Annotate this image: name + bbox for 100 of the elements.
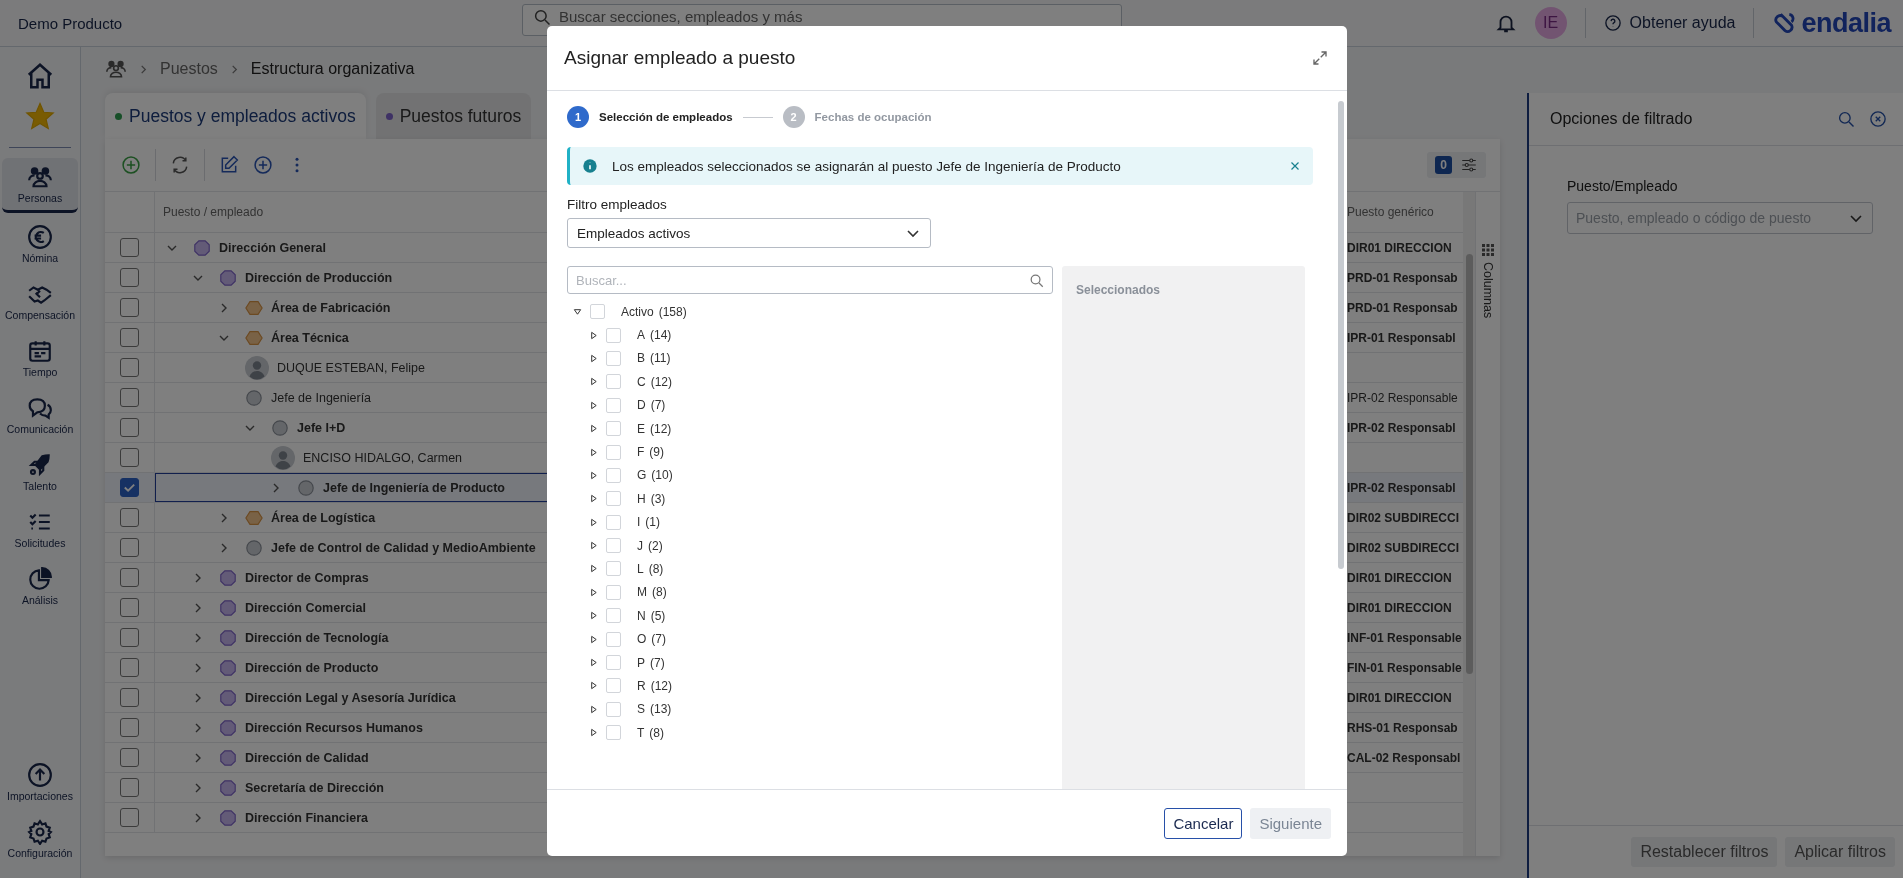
user-avatar[interactable]: IE: [1534, 7, 1567, 39]
tree-checkbox[interactable]: [606, 701, 621, 717]
caret-icon[interactable]: [219, 542, 229, 553]
close-icon[interactable]: [1289, 160, 1301, 172]
row-checkbox[interactable]: [120, 388, 139, 407]
row-checkbox[interactable]: [120, 328, 139, 347]
row-checkbox[interactable]: [120, 448, 139, 467]
expand-triangle-icon[interactable]: [589, 377, 598, 387]
nav-item[interactable]: Solicitudes: [2, 503, 78, 555]
sliders-icon[interactable]: [1460, 156, 1478, 174]
filter-button[interactable]: Aplicar filtros: [1785, 837, 1895, 867]
tree-checkbox[interactable]: [606, 421, 621, 437]
breadcrumb-link[interactable]: Puestos: [160, 60, 218, 78]
row-checkbox[interactable]: [120, 358, 139, 377]
tree-checkbox[interactable]: [606, 467, 621, 483]
expand-triangle-icon[interactable]: [589, 541, 598, 551]
caret-icon[interactable]: [193, 752, 203, 763]
expand-triangle-icon[interactable]: [589, 353, 598, 363]
tree-checkbox[interactable]: [606, 584, 621, 600]
caret-icon[interactable]: [193, 632, 203, 643]
search-icon[interactable]: [1837, 110, 1855, 128]
caret-icon[interactable]: [193, 662, 203, 673]
row-checkbox[interactable]: [120, 478, 139, 497]
row-checkbox[interactable]: [120, 598, 139, 617]
expand-triangle-icon[interactable]: [589, 564, 598, 574]
caret-icon[interactable]: [193, 812, 203, 823]
close-icon[interactable]: [1869, 110, 1887, 128]
row-checkbox[interactable]: [120, 778, 139, 797]
columns-tab[interactable]: Columnas: [1475, 192, 1500, 856]
expand-triangle-icon[interactable]: [589, 447, 598, 457]
home-icon[interactable]: [25, 61, 55, 91]
caret-icon[interactable]: [193, 572, 203, 583]
expand-triangle-icon[interactable]: [589, 728, 598, 738]
expand-triangle-icon[interactable]: [589, 611, 598, 621]
nav-item[interactable]: Importaciones: [2, 756, 78, 808]
caret-icon[interactable]: [193, 782, 203, 793]
edit-icon[interactable]: [219, 155, 239, 175]
expand-triangle-icon[interactable]: [589, 517, 598, 527]
nav-item[interactable]: Personas: [2, 158, 78, 213]
row-checkbox[interactable]: [120, 748, 139, 767]
tree-checkbox[interactable]: [606, 397, 621, 413]
tree-checkbox[interactable]: [606, 374, 621, 390]
expand-triangle-icon[interactable]: [589, 587, 598, 597]
tree-checkbox[interactable]: [606, 444, 621, 460]
expand-triangle-icon[interactable]: [573, 307, 582, 317]
row-checkbox[interactable]: [120, 298, 139, 317]
tree-checkbox[interactable]: [606, 491, 621, 507]
column-header[interactable]: Puesto genérico: [1347, 205, 1434, 219]
row-checkbox[interactable]: [120, 808, 139, 827]
expand-triangle-icon[interactable]: [589, 330, 598, 340]
expand-triangle-icon[interactable]: [589, 470, 598, 480]
row-checkbox[interactable]: [120, 658, 139, 677]
tree-checkbox[interactable]: [606, 631, 621, 647]
expand-triangle-icon[interactable]: [589, 658, 598, 668]
caret-icon[interactable]: [219, 512, 229, 523]
expand-triangle-icon[interactable]: [589, 400, 598, 410]
row-checkbox[interactable]: [120, 508, 139, 527]
tree-checkbox[interactable]: [590, 304, 605, 320]
nav-item[interactable]: Tiempo: [2, 332, 78, 384]
nav-item[interactable]: Configuración: [2, 813, 78, 865]
star-icon[interactable]: [25, 101, 55, 131]
refresh-icon[interactable]: [170, 155, 190, 175]
caret-icon[interactable]: [219, 302, 229, 313]
help-link[interactable]: Obtener ayuda: [1603, 14, 1736, 32]
tree-checkbox[interactable]: [606, 350, 621, 366]
row-checkbox[interactable]: [120, 628, 139, 647]
tab[interactable]: Puestos y empleados activos: [105, 93, 366, 139]
caret-icon[interactable]: [271, 482, 281, 493]
tree-checkbox[interactable]: [606, 678, 621, 694]
caret-icon[interactable]: [193, 722, 203, 733]
add-icon[interactable]: [121, 155, 141, 175]
row-checkbox[interactable]: [120, 568, 139, 587]
caret-icon[interactable]: [193, 602, 203, 613]
nav-item[interactable]: Comunicación: [2, 389, 78, 441]
nav-item[interactable]: Nómina: [2, 218, 78, 270]
tree-checkbox[interactable]: [606, 725, 621, 741]
tree-checkbox[interactable]: [606, 561, 621, 577]
add-icon[interactable]: [253, 155, 273, 175]
tree-checkbox[interactable]: [606, 655, 621, 671]
nav-item[interactable]: Análisis: [2, 560, 78, 612]
caret-icon[interactable]: [193, 692, 203, 703]
row-checkbox[interactable]: [120, 718, 139, 737]
tab[interactable]: Puestos futuros: [375, 93, 532, 139]
expand-triangle-icon[interactable]: [589, 424, 598, 434]
nav-item[interactable]: Talento: [2, 446, 78, 498]
expand-triangle-icon[interactable]: [589, 704, 598, 714]
row-checkbox[interactable]: [120, 418, 139, 437]
tree-checkbox[interactable]: [606, 327, 621, 343]
expand-triangle-icon[interactable]: [589, 681, 598, 691]
scrollbar[interactable]: [1463, 192, 1475, 856]
nav-item[interactable]: Compensación: [2, 275, 78, 327]
tree-checkbox[interactable]: [606, 538, 621, 554]
column-header[interactable]: Puesto / empleado: [155, 205, 264, 219]
breadcrumb-link[interactable]: Estructura organizativa: [250, 60, 415, 78]
expand-icon[interactable]: [1311, 49, 1329, 67]
tree-checkbox[interactable]: [606, 608, 621, 624]
select-field[interactable]: Empleados activos: [567, 218, 931, 248]
row-checkbox[interactable]: [120, 268, 139, 287]
expand-triangle-icon[interactable]: [589, 494, 598, 504]
row-checkbox[interactable]: [120, 238, 139, 257]
